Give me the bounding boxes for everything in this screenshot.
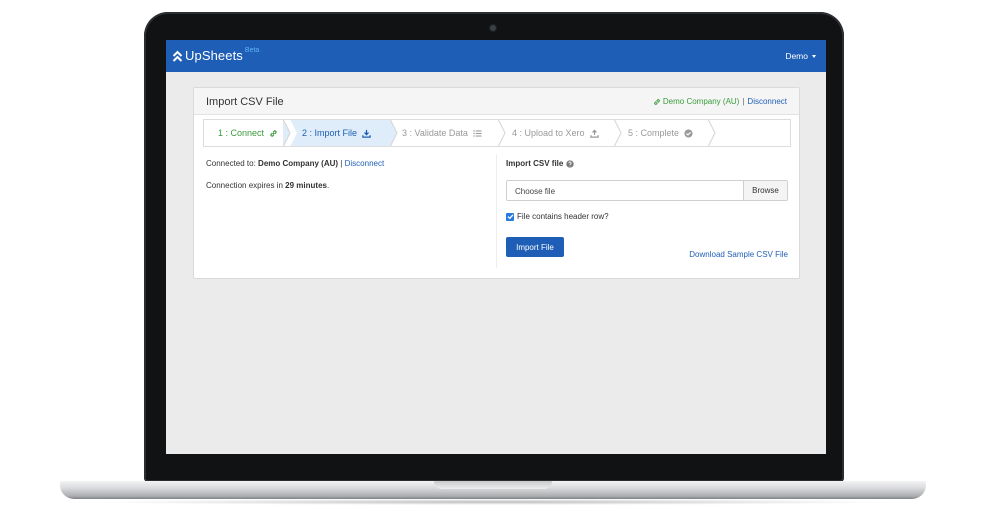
separator: | [340, 159, 343, 168]
double-chevron-up-icon [172, 50, 183, 62]
step-upload-to-xero[interactable]: 4 : Upload to Xero [498, 120, 614, 146]
step-complete[interactable]: 5 : Complete [614, 120, 714, 146]
connected-company: Demo Company (AU) [258, 159, 339, 168]
wizard-steps: 1 : Connect 2 : Import File 3: Validate… [203, 119, 791, 147]
connected-line: Connected to: Demo Company (AU) | Discon… [206, 159, 494, 168]
header-row-option[interactable]: File contains header row? [506, 212, 609, 221]
step-validate-data-label: 3 : Validate Data [402, 128, 468, 138]
check-circle-icon [684, 128, 693, 138]
expires-value: 29 minutes [285, 181, 327, 190]
import-form: Import CSV file Choose file Browse File … [506, 159, 788, 259]
import-file-button[interactable]: Import File [506, 237, 564, 257]
laptop-notch [434, 481, 552, 489]
connection-info: Connected to: Demo Company (AU) | Discon… [206, 159, 494, 190]
step-separator [614, 120, 622, 146]
file-input-placeholder: Choose file [515, 187, 556, 196]
download-icon [362, 129, 371, 138]
user-menu-label: Demo [785, 51, 808, 61]
step-separator [498, 120, 506, 146]
import-csv-label-text: Import CSV file [506, 159, 564, 168]
app-screen: UpSheets Beta Demo Import CSV File Demo … [166, 40, 826, 454]
step-connect-label: 1 : Connect [218, 128, 265, 138]
separator: | [742, 97, 745, 106]
browse-button[interactable]: Browse [743, 181, 787, 200]
brand[interactable]: UpSheets Beta [172, 47, 260, 63]
step-validate-data[interactable]: 3 : Validate Data [390, 120, 498, 146]
user-menu[interactable]: Demo [785, 51, 816, 61]
list-icon [473, 129, 482, 137]
file-input[interactable]: Choose file Browse [506, 180, 788, 201]
expires-suffix: . [326, 181, 330, 190]
step-import-file[interactable]: 2 : Import File [290, 120, 390, 146]
import-csv-label: Import CSV file [506, 159, 788, 168]
company-connection: Demo Company (AU) | Disconnect [653, 97, 787, 106]
navbar: UpSheets Beta Demo [166, 40, 826, 72]
expiry-line: Connection expires in 29 minutes. [206, 181, 494, 190]
step-complete-label: 5 : Complete [628, 128, 680, 138]
step-upload-to-xero-label: 4 : Upload to Xero [512, 128, 585, 138]
checkmark-icon [507, 214, 513, 220]
panel-header: Import CSV File Demo Company (AU) | Disc… [194, 88, 799, 115]
laptop-shadow [90, 499, 896, 505]
step-separator [390, 120, 398, 146]
link-icon [270, 129, 277, 137]
column-divider [496, 154, 497, 268]
import-panel: Import CSV File Demo Company (AU) | Disc… [193, 87, 800, 279]
header-row-label: File contains header row? [517, 212, 609, 221]
disconnect-link[interactable]: Disconnect [747, 97, 787, 106]
question-circle-icon[interactable] [566, 159, 575, 168]
beta-badge: Beta [244, 47, 260, 54]
webcam [490, 25, 496, 31]
step-separator [708, 120, 716, 146]
header-row-checkbox[interactable] [506, 212, 514, 221]
step-connect[interactable]: 1 : Connect [204, 120, 290, 146]
page-title: Import CSV File [206, 96, 284, 108]
disconnect-link[interactable]: Disconnect [345, 159, 385, 168]
upload-icon [589, 128, 599, 138]
caret-down-icon [812, 54, 816, 58]
step-separator [283, 120, 297, 146]
expires-prefix: Connection expires in [206, 181, 283, 190]
brand-name: UpSheets [185, 48, 243, 63]
link-icon [654, 98, 660, 105]
download-sample-link[interactable]: Download Sample CSV File [689, 250, 788, 259]
connected-prefix: Connected to: [206, 159, 256, 168]
company-link[interactable]: Demo Company (AU) [663, 97, 739, 106]
step-import-file-label: 2 : Import File [302, 128, 358, 138]
